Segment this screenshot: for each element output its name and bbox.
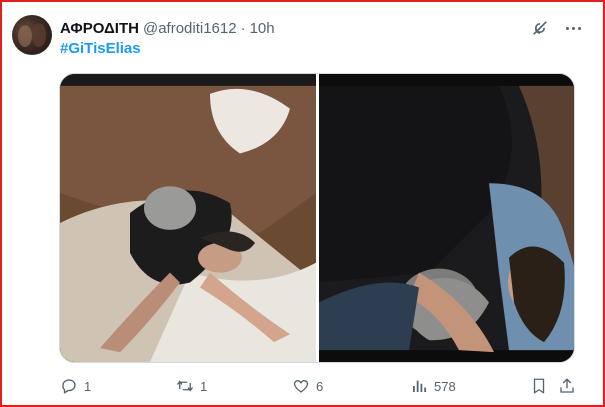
bookmark-button[interactable] (530, 376, 548, 396)
views-button[interactable]: 578 (410, 376, 456, 396)
media-grid (59, 73, 575, 363)
heart-icon (293, 379, 309, 393)
grok-icon[interactable] (530, 18, 550, 38)
avatar[interactable] (12, 15, 52, 55)
views-chart-icon (413, 380, 427, 392)
share-button[interactable] (558, 376, 576, 396)
reply-button[interactable]: 1 (60, 376, 91, 396)
retweet-button[interactable]: 1 (176, 376, 207, 396)
reply-count: 1 (84, 378, 92, 394)
tweet-timestamp[interactable]: 10h (250, 20, 275, 37)
tweet-actions: 1 1 6 578 (60, 376, 580, 396)
media-image-1[interactable] (60, 74, 316, 362)
like-button[interactable]: 6 (292, 376, 323, 396)
user-handle[interactable]: @afroditi1612 (143, 20, 237, 37)
media-image-2[interactable] (319, 74, 574, 362)
tweet-header: ΑΦΡΟΔΙΤΗ @afroditi1612 · 10h (60, 18, 275, 38)
display-name[interactable]: ΑΦΡΟΔΙΤΗ (60, 20, 139, 37)
more-options-icon[interactable] (562, 18, 584, 38)
tweet-card[interactable]: ΑΦΡΟΔΙΤΗ @afroditi1612 · 10h #GiTisElias (0, 0, 605, 407)
share-icon (560, 378, 574, 393)
retweet-count: 1 (200, 378, 208, 394)
separator-dot: · (240, 19, 246, 37)
retweet-icon (176, 380, 194, 392)
bookmark-icon (533, 378, 545, 394)
hashtag-link[interactable]: #GiTisElias (60, 40, 141, 57)
reply-icon (62, 379, 76, 394)
views-count: 578 (434, 378, 456, 394)
like-count: 6 (316, 378, 324, 394)
